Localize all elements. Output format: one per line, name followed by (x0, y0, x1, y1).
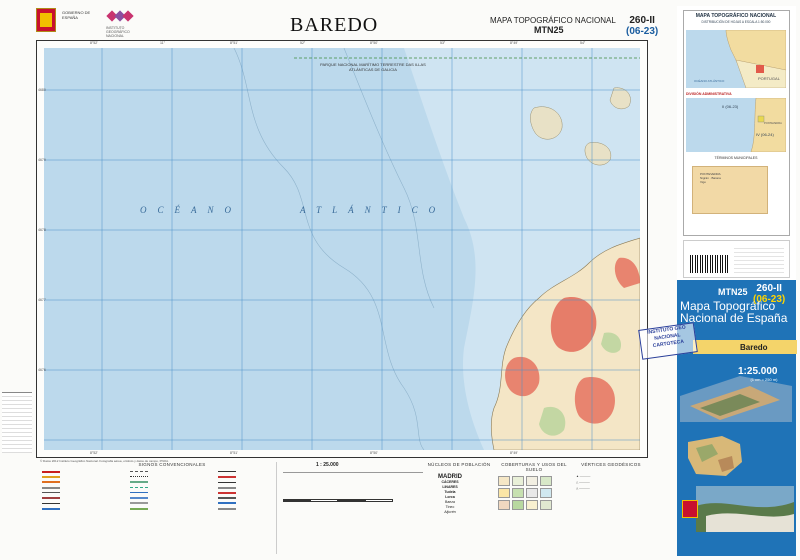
left-margin-notes (2, 392, 32, 453)
index-label: II (06-23) (722, 104, 739, 109)
top-tick: 52° (300, 41, 306, 45)
sheet-number: 260-II (629, 15, 655, 26)
cover-photo-iberia (682, 428, 748, 482)
barcode-block (683, 240, 790, 278)
ocean-label: OCÉANO (140, 205, 242, 215)
mtn-code: MTN25 (534, 25, 564, 35)
top-tick: 54° (580, 41, 586, 45)
cover-title: Mapa Topográfico Nacional de España (680, 299, 788, 325)
park-label: PARQUE NACIONAL MARÍTIMO TERRESTRE DAS I… (320, 62, 426, 72)
index-label: IV (06-24) (756, 132, 774, 137)
bottom-tick: 8°49' (510, 451, 518, 455)
landcover-legend: COBERTURAS Y USOS DEL SUELO (498, 462, 570, 554)
left-tick: 4679 (38, 158, 46, 162)
top-tick: 53° (440, 41, 446, 45)
index-label: PORTUGAL (758, 76, 781, 81)
ign-label: INSTITUTO GEOGRÁFICO NACIONAL (106, 26, 130, 38)
cover-name: Baredo (740, 343, 768, 352)
scale-label: 1 : 25.000 (316, 462, 339, 468)
sheet-code: 260-II (06-23) (626, 15, 658, 37)
spain-coat-of-arms-icon (36, 8, 56, 32)
map-graphic (44, 48, 640, 450)
map-title: BAREDO (290, 14, 379, 36)
pop-example: Aljucén (444, 510, 456, 514)
index-map: PORTUGAL OCÉANO ATLÁNTICO (686, 30, 786, 88)
index-subtitle: DISTRIBUCIÓN DE HOJAS A ESCALA 1:50.000 (701, 20, 771, 24)
sheet-grid: (06-23) (626, 26, 659, 37)
scale-block (276, 462, 423, 554)
geodetic-title: VÉRTICES GEODÉSICOS (581, 462, 641, 467)
index-title: MAPA TOPOGRÁFICO NACIONAL (695, 13, 777, 19)
conventional-signs: SIGNOS CONVENCIONALES (42, 462, 302, 554)
left-tick: 4677 (38, 298, 46, 302)
population-title: NÚCLEOS DE POBLACIÓN (427, 462, 491, 467)
cover-scale: 1:25.000 (1 cm = 250 m) (738, 367, 778, 384)
left-tick: 4680 (38, 88, 46, 92)
index-label: OCÉANO ATLÁNTICO (694, 78, 725, 83)
admin-title: DIVISIÓN ADMINISTRATIVA (686, 92, 732, 96)
geodetic-legend: VÉRTICES GEODÉSICOS ▲ ───── △ ───── ◬ ────… (576, 462, 646, 554)
top-tick: 8°52' (90, 41, 98, 45)
index-label: PONTEVEDRA (764, 121, 782, 125)
population-examples: MADRID CÁCERES LINARES Tudela Lorca Baez… (430, 474, 470, 515)
cover-scale-note: (1 cm = 250 m) (750, 377, 778, 382)
cover-mtn: MTN25 (718, 287, 748, 297)
left-tick: 4676 (38, 368, 46, 372)
landcover-title: COBERTURAS Y USOS DEL SUELO (501, 462, 567, 472)
bottom-tick: 8°52' (90, 451, 98, 455)
bottom-tick: 8°50' (370, 451, 378, 455)
legend: SIGNOS CONVENCIONALES NÚCLEOS DE POBLACI… (36, 462, 648, 554)
cover-photo-coast (696, 486, 794, 532)
cover-sheet-number: 260-II (756, 283, 782, 294)
terms-text: PONTEVEDRA Nigrán · Baiona Vigo (700, 172, 721, 184)
admin-map: II (06-23) IV (06-24) PONTEVEDRA (686, 98, 786, 152)
top-tick: 8°49' (510, 41, 518, 45)
terms-title: TÉRMINOS MUNICIPALES (714, 156, 758, 160)
map-area[interactable] (44, 48, 640, 450)
government-logo-block: GOBIERNO DE ESPAÑA INSTITUTO GEOGRÁFICO … (36, 8, 156, 38)
ministry-label: GOBIERNO DE ESPAÑA (62, 10, 91, 20)
left-tick: 4678 (38, 228, 46, 232)
cover-coat-of-arms-icon (682, 500, 698, 518)
top-tick: 8°51' (230, 41, 238, 45)
ocean-label-2: ATLÁNTICO (300, 205, 447, 215)
signs-title: SIGNOS CONVENCIONALES (138, 462, 206, 467)
bottom-tick: 8°51' (230, 451, 238, 455)
top-tick: 11° (160, 41, 166, 45)
top-tick: 8°50' (370, 41, 378, 45)
series-title: MAPA TOPOGRÁFICO NACIONAL (490, 16, 616, 25)
